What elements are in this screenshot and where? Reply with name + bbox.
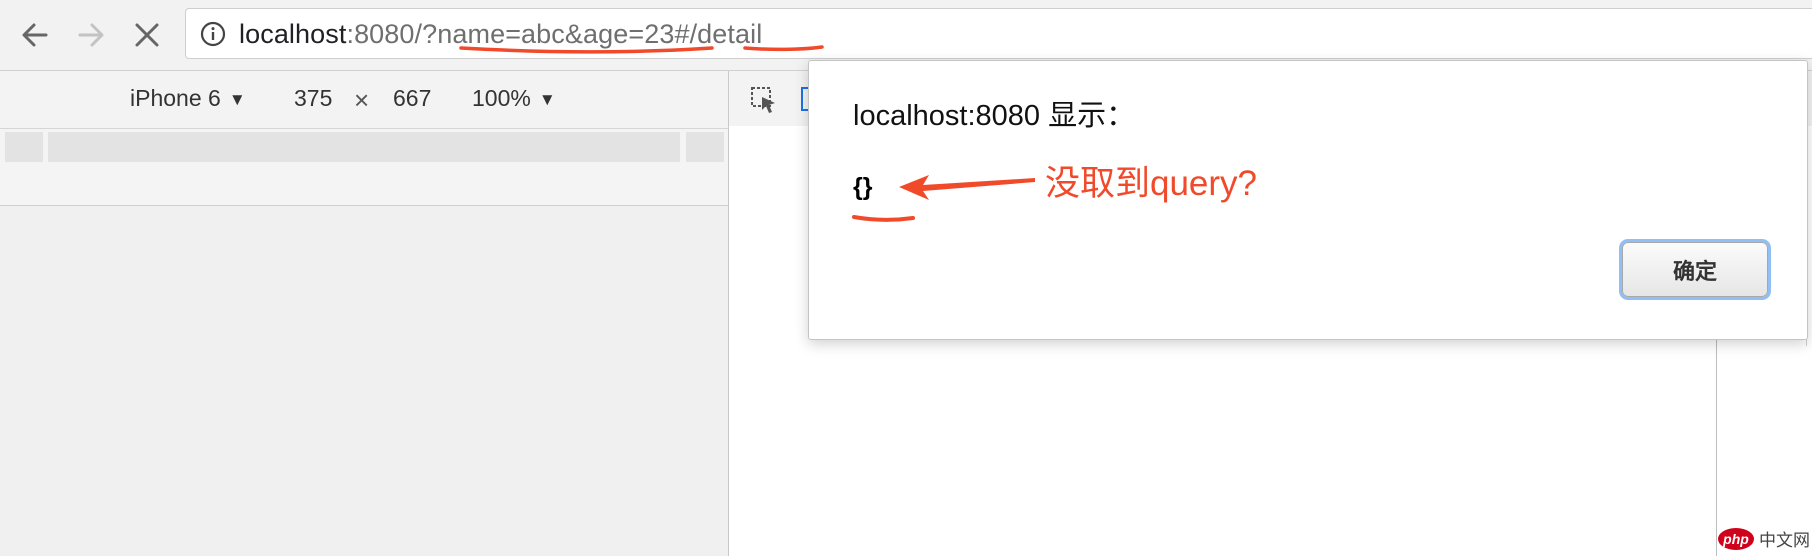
annotation-text: 没取到query? [1045,164,1258,203]
alert-title: localhost:8080 显示： [853,100,1136,132]
dropdown-triangle-icon: ▼ [228,90,246,109]
message-underline-annotation [852,215,915,222]
width-input[interactable]: 375 [294,84,332,112]
watermark: php 中文网 [1718,526,1810,551]
alert-dialog: localhost:8080 显示： {} 没取到query? 确定 [808,60,1808,340]
dimension-times: × [354,85,370,115]
zoom-select[interactable]: 100% ▼ [472,84,556,115]
annotation-arrow-icon [899,175,1035,200]
inspect-element-icon[interactable] [749,85,779,115]
height-input[interactable]: 667 [393,84,431,112]
dropdown-triangle-icon: ▼ [538,90,556,109]
device-toolbar: iPhone 6 ▼ 375 × 667 100% ▼ [0,71,728,129]
media-query-bar[interactable] [48,132,680,162]
php-logo: php [1718,527,1754,550]
device-select[interactable]: iPhone 6 ▼ [130,84,246,115]
media-query-bar[interactable] [686,132,724,162]
zoom-value: 100% [472,85,531,111]
watermark-text: 中文网 [1759,531,1810,550]
media-query-bars [0,129,728,206]
alert-message: {} [853,173,873,201]
device-viewport [0,206,728,556]
devtools-split-divider[interactable] [1716,340,1717,556]
ok-button[interactable]: 确定 [1622,242,1768,297]
device-name: iPhone 6 [130,85,221,111]
media-query-bar[interactable] [5,132,43,162]
